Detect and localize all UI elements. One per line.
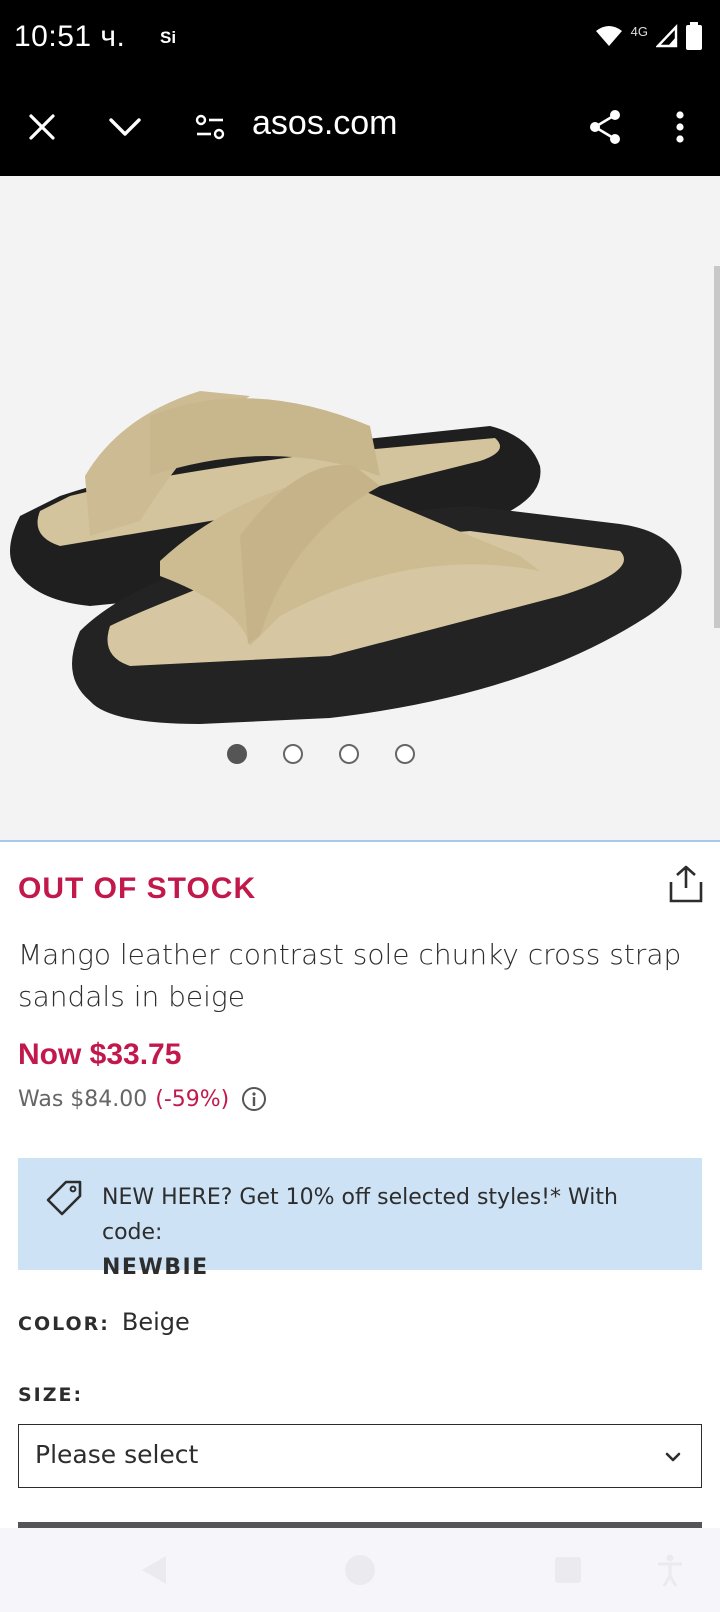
- carousel-dot[interactable]: [395, 744, 415, 764]
- signal-icon: [656, 24, 678, 48]
- home-icon[interactable]: [340, 1550, 380, 1590]
- share-icon[interactable]: [580, 102, 630, 152]
- carousel-dot[interactable]: [227, 744, 247, 764]
- carrier-icon: Si: [160, 28, 177, 47]
- browser-toolbar: asos.com: [0, 78, 720, 176]
- divider: [0, 840, 720, 842]
- back-icon[interactable]: [134, 1550, 174, 1590]
- scrollbar-thumb[interactable]: [714, 266, 720, 628]
- tag-icon: [46, 1180, 82, 1216]
- sandals-photo: [0, 176, 720, 840]
- promo-message: NEW HERE? Get 10% off selected styles!* …: [102, 1185, 618, 1245]
- carousel-dots: [0, 744, 720, 764]
- accessibility-icon[interactable]: [650, 1550, 690, 1590]
- size-label: SIZE:: [18, 1384, 84, 1406]
- chevron-down-icon: [665, 1452, 681, 1462]
- chevron-down-icon[interactable]: [100, 102, 150, 152]
- promo-banner: NEW HERE? Get 10% off selected styles!* …: [18, 1158, 702, 1280]
- size-select-value: Please select: [35, 1440, 199, 1469]
- color-label: COLOR:: [18, 1313, 110, 1335]
- battery-icon: [686, 22, 702, 50]
- system-nav-bar: [0, 1528, 720, 1612]
- product-title: Mango leather contrast sole chunky cross…: [18, 938, 682, 1013]
- carousel-dot[interactable]: [283, 744, 303, 764]
- status-icons: 4G: [595, 22, 702, 50]
- was-price: Was $84.00: [18, 1086, 148, 1112]
- recents-icon[interactable]: [548, 1550, 588, 1590]
- status-bar: 10:51 ч. Si 4G: [0, 0, 720, 78]
- stock-status: OUT OF STOCK: [18, 872, 257, 905]
- product-image[interactable]: [0, 176, 720, 840]
- promo-text: NEW HERE? Get 10% off selected styles!* …: [102, 1180, 682, 1285]
- color-row: COLOR: Beige: [18, 1308, 190, 1336]
- close-icon[interactable]: [17, 102, 67, 152]
- color-value: Beige: [121, 1308, 190, 1336]
- status-time: 10:51 ч.: [14, 20, 126, 53]
- discount-percent: (-59%): [155, 1086, 230, 1112]
- url-bar[interactable]: asos.com: [252, 104, 398, 143]
- upload-share-icon: [669, 865, 703, 903]
- wifi-icon: [595, 26, 622, 46]
- info-icon[interactable]: [241, 1086, 267, 1112]
- promo-code: NEWBIE: [102, 1255, 209, 1280]
- size-select[interactable]: Please select: [18, 1424, 702, 1488]
- site-settings-icon[interactable]: [185, 102, 235, 152]
- network-type: 4G: [630, 23, 648, 39]
- carousel-dot[interactable]: [339, 744, 359, 764]
- more-vert-icon[interactable]: [655, 102, 705, 152]
- current-price: Now $33.75: [18, 1038, 182, 1071]
- was-price-row: Was $84.00 (-59%): [18, 1086, 267, 1112]
- share-product-button[interactable]: [668, 864, 708, 908]
